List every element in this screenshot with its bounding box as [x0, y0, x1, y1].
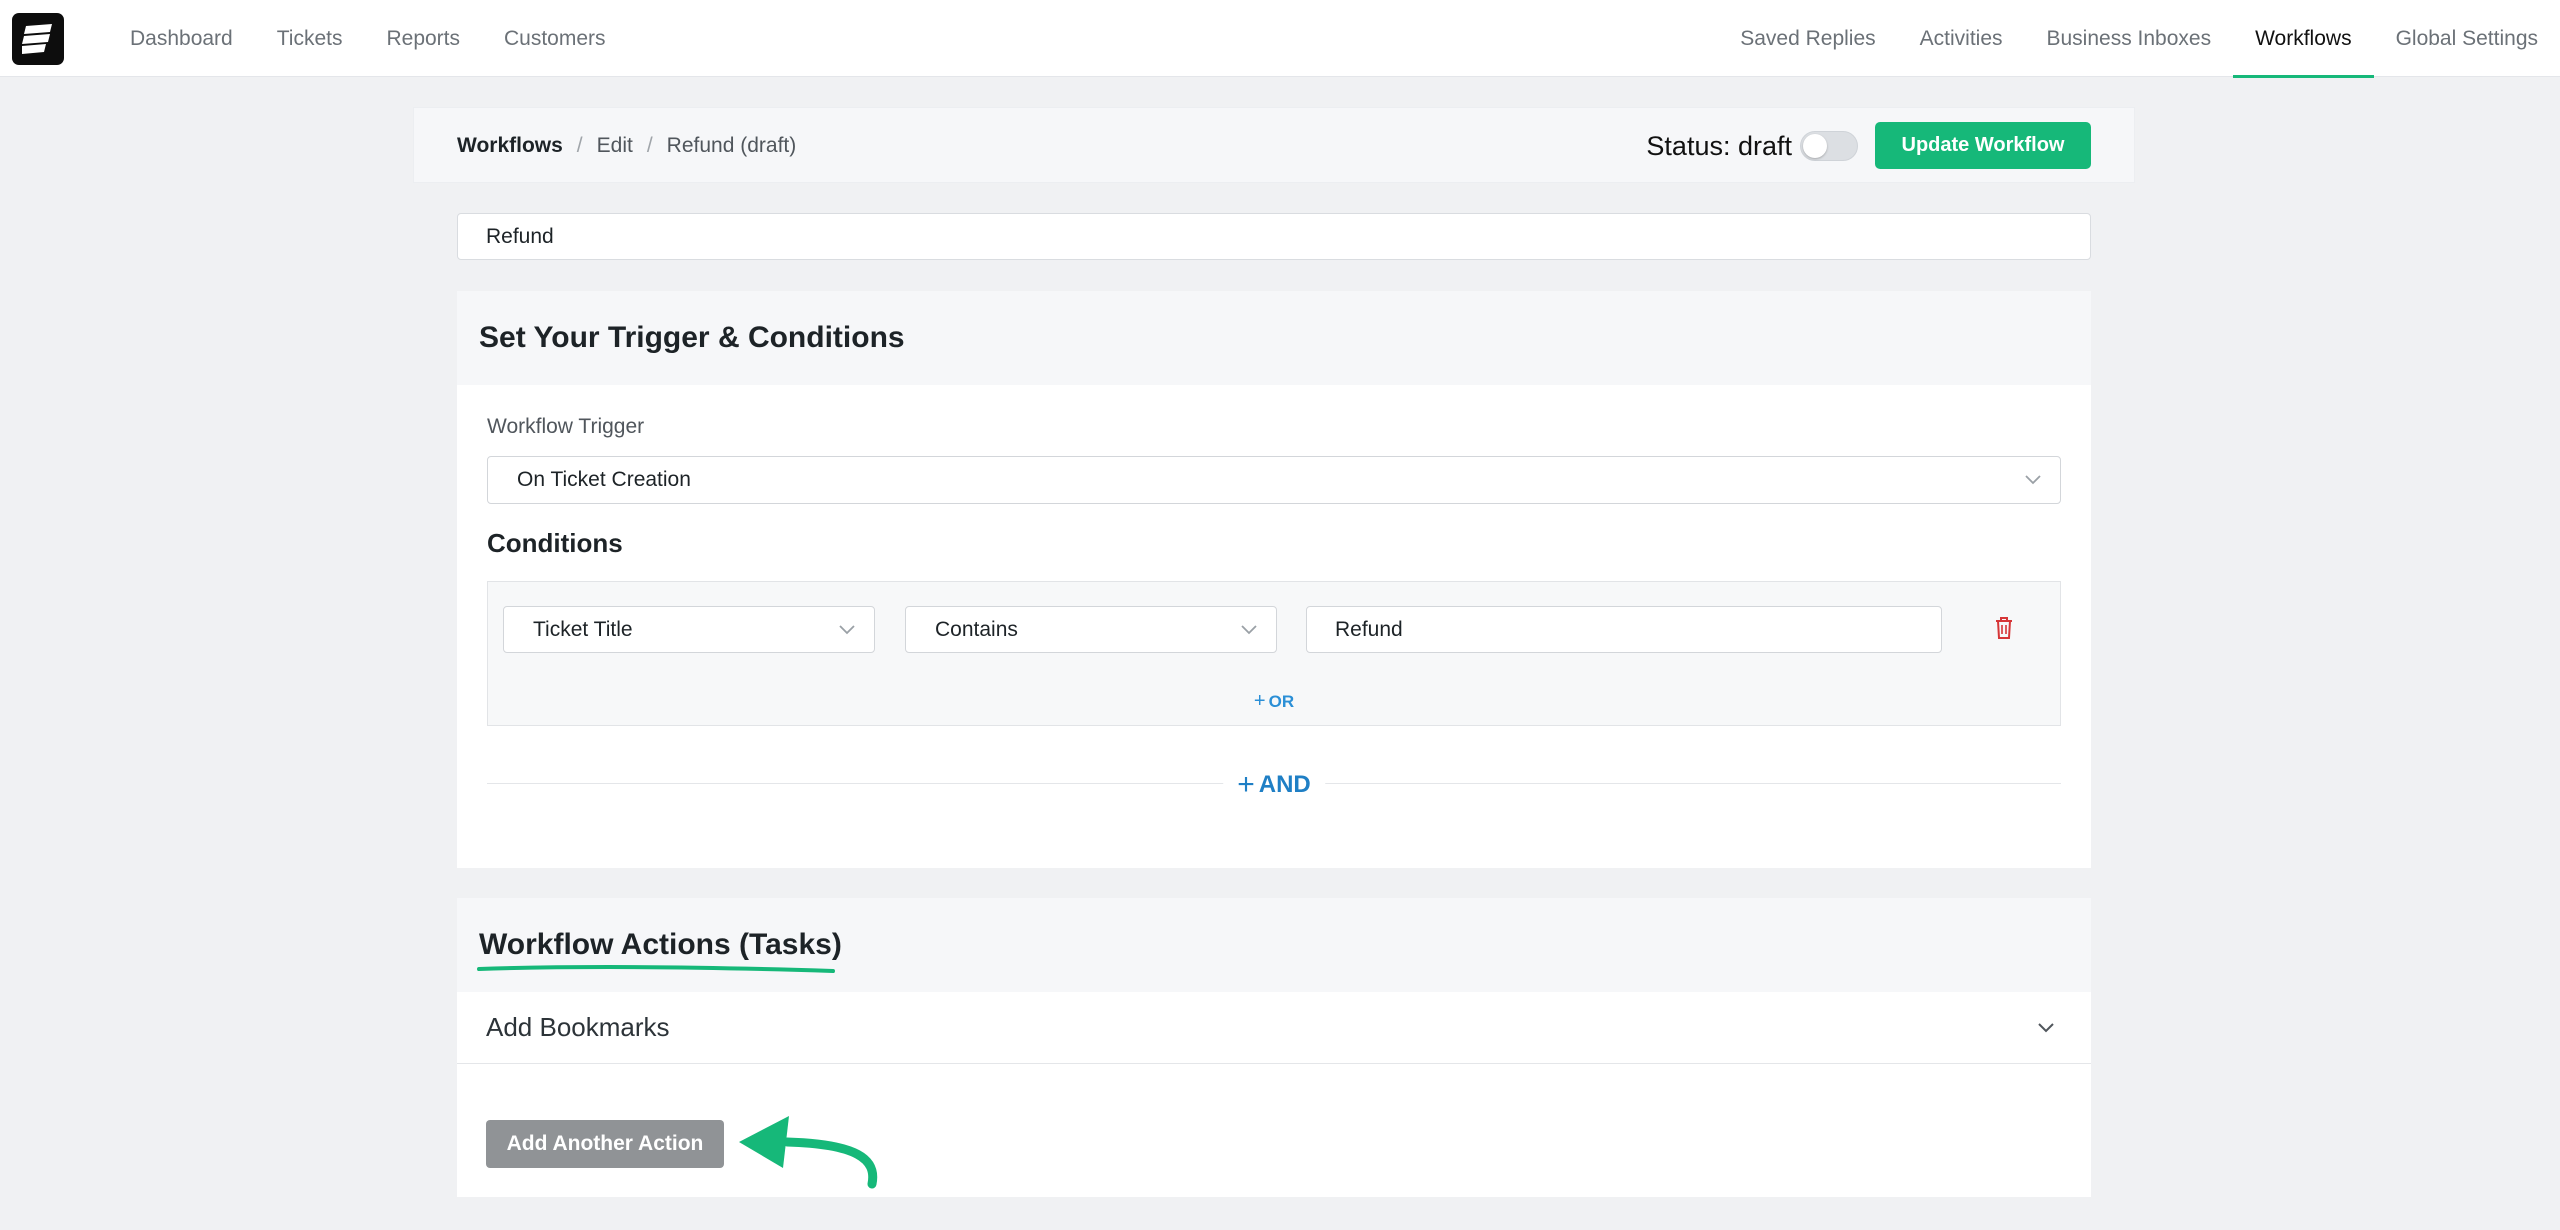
status-control: Status: draft — [1646, 108, 1858, 184]
chevron-down-icon — [839, 624, 855, 634]
condition-value-input[interactable] — [1306, 606, 1942, 653]
and-label: AND — [1258, 771, 1311, 798]
breadcrumb-current: Refund (draft) — [666, 134, 797, 157]
action-item-add-bookmarks[interactable]: Add Bookmarks — [457, 992, 2091, 1064]
top-navigation: Dashboard Tickets Reports Customers Save… — [0, 0, 2560, 78]
workflow-trigger-select[interactable]: On Ticket Creation — [487, 456, 2061, 504]
nav-activities[interactable]: Activities — [1898, 0, 2025, 77]
conditions-title: Conditions — [487, 528, 623, 558]
nav-workflows[interactable]: Workflows — [2233, 0, 2375, 78]
chevron-down-icon — [2025, 475, 2041, 485]
workflow-actions-card: Workflow Actions (Tasks) Add Bookmarks A… — [457, 898, 2091, 1197]
workflow-name-input[interactable] — [457, 213, 2091, 260]
nav-customers[interactable]: Customers — [482, 0, 628, 77]
condition-group: Ticket Title Contains +OR — [487, 581, 2061, 726]
actions-section-header: Workflow Actions (Tasks) — [457, 898, 2091, 992]
nav-business-inboxes[interactable]: Business Inboxes — [2025, 0, 2234, 77]
page-header: Workflows / Edit / Refund (draft) Status… — [413, 107, 2135, 183]
and-divider: + AND — [487, 768, 2061, 802]
nav-dashboard[interactable]: Dashboard — [108, 0, 255, 77]
breadcrumb-separator: / — [646, 134, 653, 157]
chevron-down-icon[interactable] — [2037, 1022, 2055, 1034]
annotation-arrow-icon — [739, 1116, 878, 1189]
update-workflow-button[interactable]: Update Workflow — [1875, 122, 2091, 169]
add-and-condition-button[interactable]: + AND — [1223, 768, 1325, 802]
or-label: OR — [1268, 692, 1295, 711]
nav-right-group: Saved Replies Activities Business Inboxe… — [1718, 0, 2560, 78]
nav-saved-replies[interactable]: Saved Replies — [1718, 0, 1897, 77]
nav-global-settings[interactable]: Global Settings — [2374, 0, 2560, 77]
chevron-down-icon — [1241, 624, 1257, 634]
condition-field-select[interactable]: Ticket Title — [503, 606, 875, 653]
nav-tickets[interactable]: Tickets — [255, 0, 365, 77]
actions-section-title: Workflow Actions (Tasks) — [479, 928, 842, 961]
action-item-label: Add Bookmarks — [486, 1012, 670, 1042]
plus-icon: + — [1253, 690, 1266, 712]
fluent-support-logo-icon[interactable] — [12, 13, 64, 65]
add-or-condition-button[interactable]: + OR — [488, 690, 2060, 713]
condition-operator-value: Contains — [935, 617, 1018, 641]
plus-icon: + — [1237, 768, 1255, 801]
trigger-section-title: Set Your Trigger & Conditions — [457, 291, 2091, 385]
workflow-trigger-value: On Ticket Creation — [517, 468, 691, 491]
status-label: Status: draft — [1646, 130, 1792, 161]
annotation-underline — [477, 964, 835, 973]
breadcrumb-workflows[interactable]: Workflows — [457, 134, 563, 158]
trash-icon[interactable] — [1994, 616, 2014, 640]
status-toggle[interactable] — [1800, 131, 1858, 161]
workflow-trigger-label: Workflow Trigger — [487, 415, 645, 438]
nav-reports[interactable]: Reports — [364, 0, 482, 77]
breadcrumb-edit: Edit — [596, 134, 633, 157]
nav-left-group: Dashboard Tickets Reports Customers — [108, 0, 628, 77]
breadcrumb: Workflows / Edit / Refund (draft) — [457, 108, 796, 184]
condition-field-value: Ticket Title — [533, 617, 633, 641]
add-another-action-button[interactable]: Add Another Action — [486, 1120, 724, 1168]
trigger-conditions-card: Set Your Trigger & Conditions Workflow T… — [457, 291, 2091, 868]
breadcrumb-separator: / — [576, 134, 583, 157]
condition-operator-select[interactable]: Contains — [905, 606, 1277, 653]
